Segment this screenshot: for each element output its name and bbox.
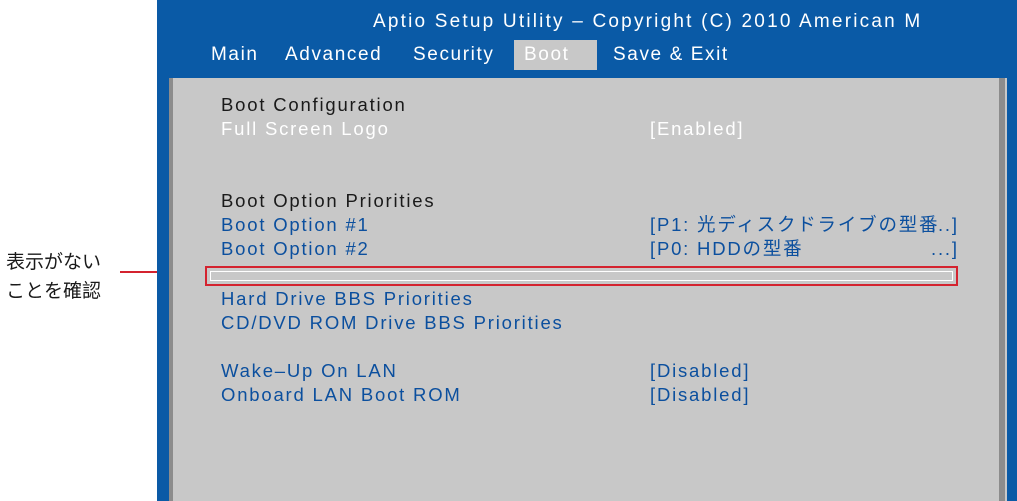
- bios-header: Aptio Setup Utility – Copyright (C) 2010…: [157, 0, 1017, 78]
- tab-main[interactable]: Main: [201, 40, 269, 70]
- onboard-lan-boot-rom-value[interactable]: [Disabled]: [650, 382, 750, 408]
- annotation-line-2: ことを確認: [6, 280, 102, 302]
- tab-advanced[interactable]: Advanced: [275, 40, 392, 70]
- bios-menu-bar: Main Advanced Security Boot Save & Exit: [157, 40, 1017, 70]
- cd-dvd-bbs-priorities[interactable]: CD/DVD ROM Drive BBS Priorities: [221, 310, 564, 336]
- boot-option-2-ellipsis: ...]: [931, 238, 959, 259]
- bios-title: Aptio Setup Utility – Copyright (C) 2010…: [373, 11, 923, 32]
- boot-configuration-heading: Boot Configuration: [221, 94, 407, 115]
- wake-up-on-lan-value[interactable]: [Disabled]: [650, 358, 750, 384]
- wake-up-on-lan-label[interactable]: Wake–Up On LAN: [221, 358, 398, 384]
- annotation-callout: 表示がない ことを確認: [6, 248, 101, 306]
- boot-option-2-value[interactable]: [P0: HDDの型番: [650, 236, 803, 262]
- bios-screen: Aptio Setup Utility – Copyright (C) 2010…: [157, 0, 1017, 501]
- panel-right-border: [999, 78, 1005, 501]
- boot-option-1-ellipsis: ...]: [931, 214, 959, 235]
- empty-boot-option-highlight: [205, 266, 958, 286]
- hard-drive-bbs-priorities[interactable]: Hard Drive BBS Priorities: [221, 286, 474, 312]
- boot-option-priorities-heading: Boot Option Priorities: [221, 190, 436, 211]
- boot-settings-panel: Boot Configuration Full Screen Logo [Ena…: [169, 78, 1007, 501]
- screenshot-root: 表示がない ことを確認 Aptio Setup Utility – Copyri…: [0, 0, 1017, 501]
- full-screen-logo-value[interactable]: [Enabled]: [650, 116, 744, 142]
- tab-save-exit[interactable]: Save & Exit: [603, 40, 739, 70]
- onboard-lan-boot-rom-label[interactable]: Onboard LAN Boot ROM: [221, 382, 462, 408]
- tab-security[interactable]: Security: [403, 40, 504, 70]
- tab-boot[interactable]: Boot: [514, 40, 597, 70]
- empty-boot-option-inner: [210, 271, 953, 281]
- boot-option-1-value[interactable]: [P1: 光ディスクドライブの型番: [650, 212, 939, 238]
- full-screen-logo-label[interactable]: Full Screen Logo: [221, 116, 390, 142]
- boot-option-1-label[interactable]: Boot Option #1: [221, 212, 370, 238]
- boot-option-2-label[interactable]: Boot Option #2: [221, 236, 370, 262]
- annotation-line-1: 表示がない: [6, 251, 102, 273]
